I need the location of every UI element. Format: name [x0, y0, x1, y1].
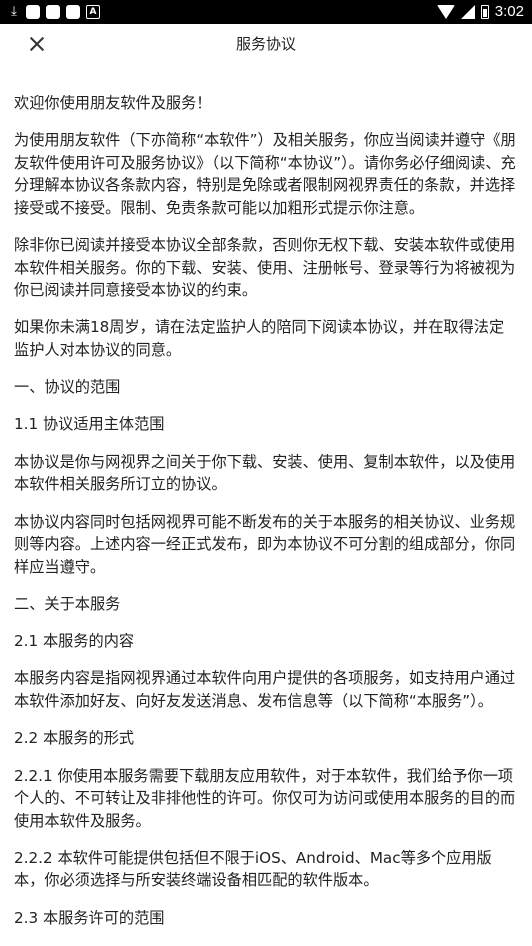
status-time: 3:02 — [494, 3, 524, 20]
notification-icon — [66, 5, 80, 19]
download-icon: ⤓ — [11, 4, 17, 19]
signal-icon — [460, 5, 475, 19]
agreement-paragraph: 除非你已阅读并接受本协议全部条款，否则你无权下载、安装本软件或使用本软件相关服务… — [14, 236, 516, 300]
battery-icon — [480, 5, 489, 19]
agreement-paragraph: 如果你未满18周岁，请在法定监护人的陪同下阅读本协议，并在取得法定监护人对本协议… — [14, 318, 505, 359]
agreement-paragraph: 本协议内容同时包括网视界可能不断发布的关于本服务的相关协议、业务规则等内容。上述… — [14, 512, 516, 576]
notification-icon — [46, 5, 60, 19]
agreement-content: 欢迎你使用朋友软件及服务！ 为使用朋友软件（下亦简称“本软件”）及相关服务，你应… — [14, 92, 516, 944]
page-title: 服务协议 — [235, 35, 296, 53]
agreement-paragraph: 本协议是你与网视界之间关于你下载、安装、使用、复制本软件，以及使用本软件相关服务… — [14, 452, 516, 494]
notification-a-icon: A — [86, 5, 100, 19]
status-left-icons: ⤓ A — [8, 4, 100, 20]
agreement-paragraph: 2.2.1 你使用本服务需要下载朋友应用软件，对于本软件，我们给予你一项个人的、… — [14, 766, 516, 830]
agreement-paragraph: 2.2.2 本软件可能提供包括但不限于iOS、Android、Mac等多个应用版… — [14, 848, 492, 890]
agreement-paragraph: 欢迎你使用朋友软件及服务！ — [14, 94, 212, 112]
subsection-heading: 1.1 协议适用主体范围 — [14, 415, 165, 434]
notification-icon — [26, 5, 40, 19]
subsection-heading: 2.1 本服务的内容 — [14, 632, 135, 651]
section-heading: 一、协议的范围 — [14, 378, 121, 397]
status-right-icons: 3:02 — [436, 3, 524, 21]
subsection-heading: 2.2 本服务的形式 — [14, 729, 135, 748]
app-bar: 服务协议 — [0, 24, 532, 64]
status-bar: ⤓ A 3:02 — [0, 0, 532, 24]
wifi-icon — [436, 5, 455, 19]
agreement-paragraph: 本服务内容是指网视界通过本软件向用户提供的各项服务，如支持用户通过本软件添加好友… — [14, 669, 516, 710]
subsection-heading: 2.3 本服务许可的范围 — [14, 908, 165, 927]
section-heading: 二、关于本服务 — [14, 594, 121, 613]
agreement-paragraph: 为使用朋友软件（下亦简称“本软件”）及相关服务，你应当阅读并遵守《朋友软件使用许… — [14, 131, 516, 217]
